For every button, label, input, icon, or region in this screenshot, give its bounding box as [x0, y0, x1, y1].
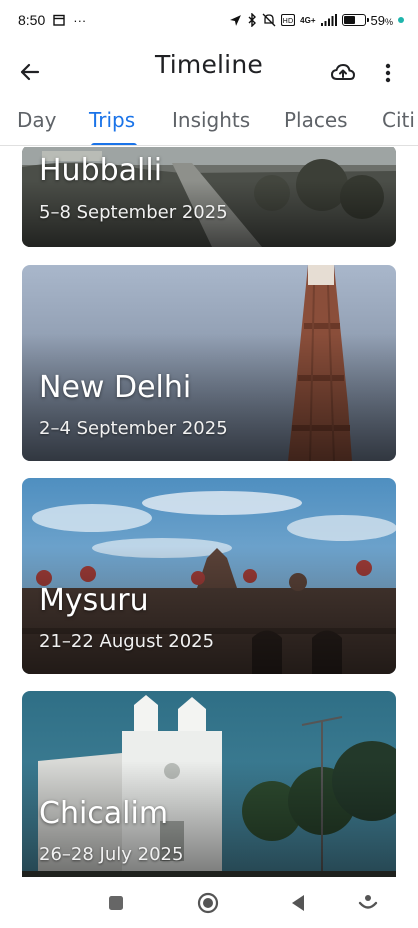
trip-city: Hubballi	[39, 153, 163, 188]
network-type: 4G+	[300, 15, 316, 25]
svg-text:HD: HD	[283, 17, 294, 25]
trips-list[interactable]: Hubballi 5–8 September 2025 New Delhi 2–…	[0, 147, 418, 877]
trip-city: Chicalim	[39, 796, 169, 831]
battery-percent: 59%	[370, 12, 393, 28]
battery-icon	[341, 14, 369, 26]
trip-dates: 5–8 September 2025	[39, 202, 228, 223]
tab-trips[interactable]: Trips	[89, 108, 135, 132]
recents-button[interactable]	[102, 889, 130, 917]
trip-dates: 2–4 September 2025	[39, 418, 228, 439]
more-vert-icon	[385, 63, 391, 83]
tab-bar: Day Trips Insights Places Citi	[0, 102, 418, 146]
notification-dot-icon	[398, 17, 404, 23]
calendar-icon	[53, 14, 65, 26]
triangle-back-icon	[292, 895, 304, 911]
trip-dates: 21–22 August 2025	[39, 631, 215, 652]
upload-button[interactable]	[328, 58, 358, 88]
assistant-button[interactable]	[354, 889, 382, 917]
trip-city: Mysuru	[39, 583, 149, 618]
cloud-upload-icon	[330, 63, 356, 80]
circle-home-icon	[197, 892, 219, 914]
system-nav-bar	[0, 877, 418, 928]
trip-card-new-delhi[interactable]: New Delhi 2–4 September 2025	[22, 265, 396, 461]
tab-insights[interactable]: Insights	[172, 108, 250, 132]
more-options-button[interactable]	[376, 58, 400, 88]
square-recents-icon	[109, 896, 123, 910]
trip-city: New Delhi	[39, 370, 192, 405]
tab-cities[interactable]: Citi	[382, 108, 415, 132]
trip-card-mysuru[interactable]: Mysuru 21–22 August 2025	[22, 478, 396, 674]
trip-card-hubballi[interactable]: Hubballi 5–8 September 2025	[22, 147, 396, 247]
bluetooth-icon	[248, 13, 257, 27]
volte-icon: HD	[281, 14, 296, 26]
tab-places[interactable]: Places	[284, 108, 348, 132]
tab-day[interactable]: Day	[17, 108, 57, 132]
trip-dates: 26–28 July 2025	[39, 844, 184, 865]
signal-icon	[320, 14, 337, 26]
status-bar: 8:50 ··· HD 4G+ 59%	[0, 0, 418, 40]
home-button[interactable]	[194, 889, 222, 917]
trip-card-chicalim[interactable]: Chicalim 26–28 July 2025	[22, 691, 396, 877]
active-tab-indicator	[91, 143, 137, 145]
back-nav-button[interactable]	[284, 889, 312, 917]
status-time: 8:50	[18, 12, 46, 28]
more-dots-icon: ···	[73, 12, 87, 28]
assistant-icon	[358, 895, 378, 909]
mute-icon	[262, 13, 276, 27]
app-bar: Timeline	[0, 40, 418, 102]
location-icon	[230, 14, 242, 26]
